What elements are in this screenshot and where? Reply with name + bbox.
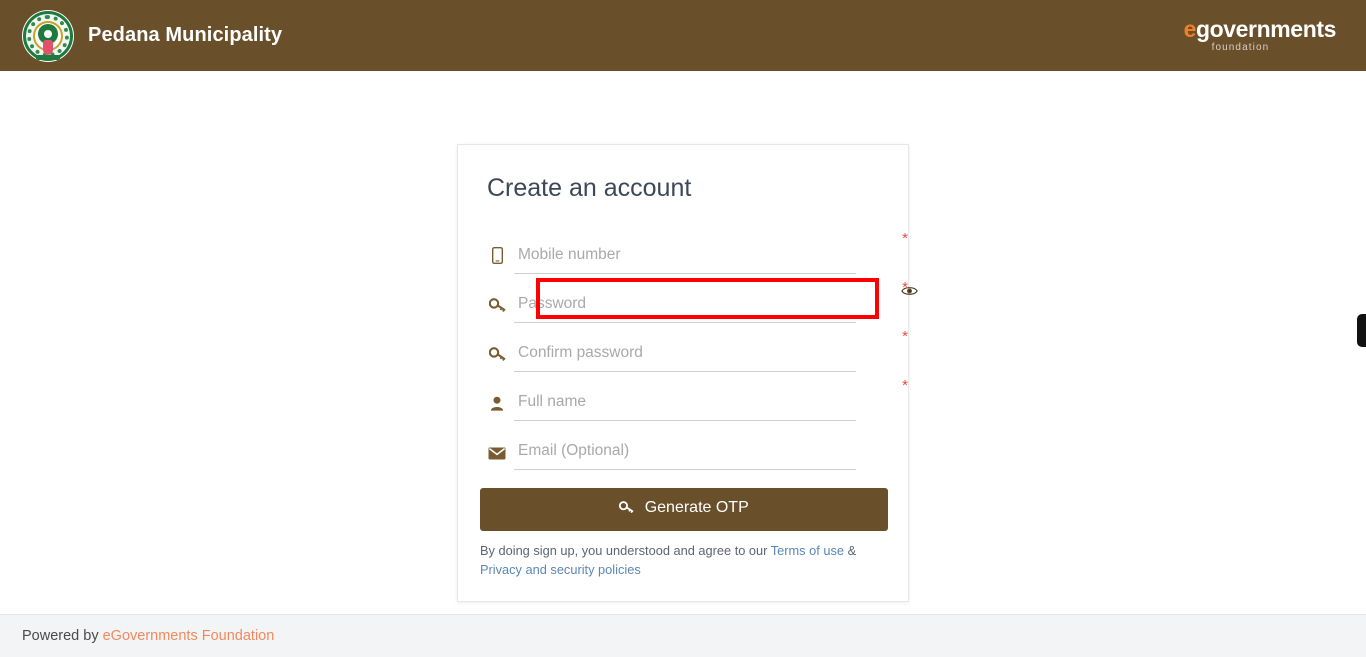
terms-of-use-link[interactable]: Terms of use: [771, 543, 844, 558]
mobile-number-input-wrap: [514, 242, 856, 274]
mobile-number-input[interactable]: [514, 242, 856, 269]
required-asterisk: *: [902, 230, 908, 247]
email-input[interactable]: [514, 438, 856, 465]
required-asterisk: *: [902, 279, 908, 296]
terms-middle: &: [844, 543, 857, 558]
privacy-policy-link[interactable]: Privacy and security policies: [480, 562, 641, 577]
password-input[interactable]: [514, 291, 856, 318]
egov-logo-main: governments: [1195, 16, 1336, 42]
password-trailing: *: [856, 274, 918, 323]
egov-logo-wordmark: egovernments: [1183, 16, 1337, 42]
egov-logo-sub: foundation: [1211, 42, 1270, 53]
field-mobile-number: *: [480, 225, 908, 274]
page-title: Pedana Municipality: [88, 24, 283, 46]
field-full-name: *: [480, 372, 908, 421]
envelope-icon: [480, 447, 514, 470]
brand: Pedana Municipality: [22, 9, 283, 62]
card-title: Create an account: [487, 174, 692, 202]
key-icon: [480, 347, 514, 372]
full-name-trailing: *: [856, 372, 908, 421]
app-header: Pedana Municipality egovernments foundat…: [0, 0, 1366, 71]
footer-credit: Powered by eGovernments Foundation: [22, 628, 274, 644]
footer-prefix: Powered by: [22, 628, 103, 644]
field-confirm-password: *: [480, 323, 908, 372]
egovernments-foundation-link[interactable]: eGovernments Foundation: [103, 628, 275, 644]
mobile-phone-icon: [480, 247, 514, 274]
field-password: *: [480, 274, 918, 323]
confirm-password-input[interactable]: [514, 340, 856, 367]
full-name-input[interactable]: [514, 389, 856, 416]
password-input-wrap: [514, 291, 856, 323]
email-input-wrap: [514, 438, 856, 470]
mobile-trailing: *: [856, 225, 908, 274]
terms-text: By doing sign up, you understood and agr…: [480, 542, 860, 579]
egovernments-logo: egovernments foundation: [1183, 16, 1337, 53]
confirm-password-trailing: *: [856, 323, 908, 372]
main-content: Create an account *: [0, 71, 1366, 614]
required-asterisk: *: [902, 377, 908, 394]
user-icon: [480, 396, 514, 421]
required-asterisk: *: [902, 328, 908, 345]
key-icon: [619, 501, 638, 518]
confirm-password-input-wrap: [514, 340, 856, 372]
generate-otp-label: Generate OTP: [644, 499, 749, 516]
key-icon: [480, 298, 514, 323]
full-name-input-wrap: [514, 389, 856, 421]
terms-prefix: By doing sign up, you understood and agr…: [480, 543, 771, 558]
side-panel-toggle-tab[interactable]: [1357, 314, 1366, 347]
field-email: [480, 421, 886, 470]
state-emblem-icon: [22, 9, 74, 62]
email-trailing: [856, 421, 886, 470]
signup-card: Create an account *: [457, 144, 918, 603]
egov-logo-e: e: [1183, 16, 1197, 42]
generate-otp-button[interactable]: Generate OTP: [480, 488, 888, 531]
app-footer: Powered by eGovernments Foundation: [0, 614, 1366, 657]
